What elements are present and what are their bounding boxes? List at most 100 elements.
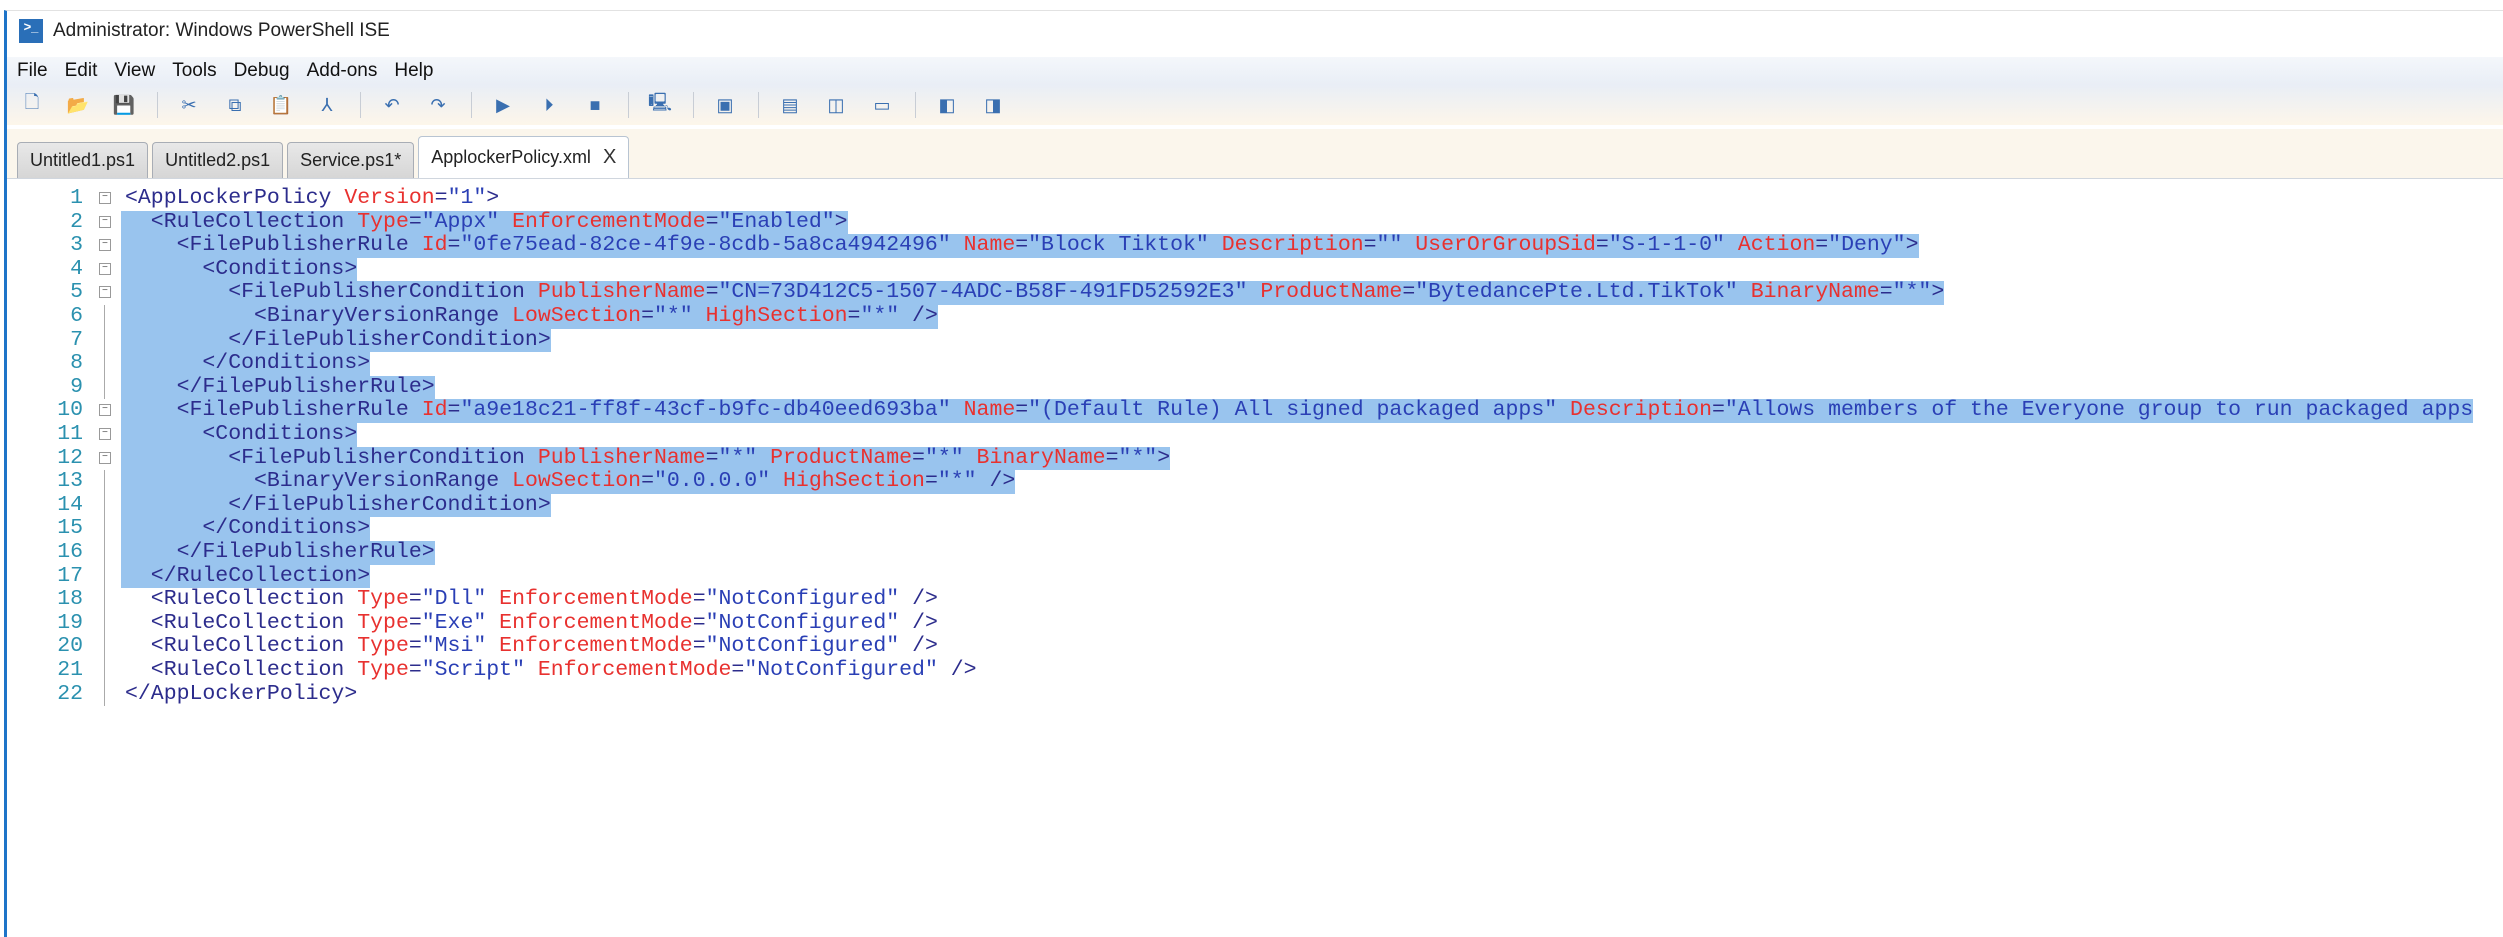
code-text: <BinaryVersionRange LowSection="*" HighS… (121, 305, 938, 329)
token-val: "NotConfigured" (706, 634, 912, 658)
token-pl: = (448, 233, 461, 257)
fold-toggle-icon[interactable]: − (99, 452, 111, 464)
fold-toggle-icon[interactable]: − (99, 286, 111, 298)
layout-top-icon: ▤ (781, 95, 798, 116)
fold-guide (104, 612, 105, 636)
tab-applockerpolicy-xml[interactable]: ApplockerPolicy.xmlX (418, 136, 629, 178)
token-attr: PublisherName (538, 280, 706, 304)
code-text: </AppLockerPolicy> (121, 683, 357, 707)
remote-icon: 🖳 (648, 90, 672, 120)
cut-button[interactable]: ✂ (176, 92, 202, 118)
menu-item-view[interactable]: View (114, 60, 155, 82)
line-number: 9 (7, 376, 83, 400)
addon-icon: ◨ (984, 95, 1001, 116)
remote-button[interactable]: 🖳 (647, 92, 673, 118)
code-text: <RuleCollection Type="Msi" EnforcementMo… (121, 635, 938, 659)
save-button[interactable]: 💾 (111, 92, 137, 118)
line-number: 13 (7, 470, 83, 494)
menu-item-edit[interactable]: Edit (65, 60, 98, 82)
menu-item-tools[interactable]: Tools (172, 60, 216, 82)
token-pl: = (409, 658, 422, 682)
token-pl: = (848, 304, 861, 328)
token-val: "CN=73D412C5-1507-4ADC-B58F-491FD52592E3… (718, 280, 1260, 304)
token-val: "Appx" (422, 210, 512, 234)
line-number: 1 (7, 187, 83, 211)
addon-button[interactable]: ◨ (980, 92, 1006, 118)
code-text: <FilePublisherRule Id="0fe75ead-82ce-4f9… (121, 234, 1919, 258)
token-attr: EnforcementMode (499, 587, 693, 611)
open-button[interactable]: 📂 (65, 92, 91, 118)
tab-untitled2-ps1[interactable]: Untitled2.ps1 (152, 142, 283, 178)
line-number: 18 (7, 588, 83, 612)
line-number: 4 (7, 258, 83, 282)
toolbar: 🗋 📂 💾 ✂ ⧉ 📋 ⅄ ↶ ↷ ▶ ⏵ ■ 🖳 ▣ ▤ ◫ ▭ ◧ ◨ (7, 85, 2503, 125)
fold-toggle-icon[interactable]: − (99, 263, 111, 275)
undo-icon: ↶ (384, 95, 399, 116)
token-pl: = (693, 587, 706, 611)
open-icon: 📂 (67, 95, 89, 116)
fold-toggle-icon[interactable]: − (99, 404, 111, 416)
code-text: </FilePublisherRule> (121, 541, 435, 565)
fold-guide (104, 470, 105, 494)
token-attr: EnforcementMode (538, 658, 732, 682)
fold-toggle-icon[interactable]: − (99, 192, 111, 204)
script-editor[interactable]: 1−<AppLockerPolicy Version="1">2−<RuleCo… (7, 181, 2503, 937)
fold-toggle-icon[interactable]: − (99, 239, 111, 251)
layout-right-button[interactable]: ◫ (823, 92, 849, 118)
menu-item-add-ons[interactable]: Add-ons (307, 60, 378, 82)
code-text: <FilePublisherCondition PublisherName="C… (121, 281, 1944, 305)
token-tag: </Conditions> (202, 351, 370, 375)
token-attr: UserOrGroupSid (1415, 233, 1596, 257)
code-text: </Conditions> (121, 352, 370, 376)
code-text: <BinaryVersionRange LowSection="0.0.0.0"… (121, 470, 1015, 494)
stop-button[interactable]: ■ (582, 92, 608, 118)
token-attr: Description (1222, 233, 1364, 257)
undo-button[interactable]: ↶ (379, 92, 405, 118)
token-attr: PublisherName (538, 446, 706, 470)
paste-button[interactable]: 📋 (268, 92, 294, 118)
layout-max-button[interactable]: ▭ (869, 92, 895, 118)
menu-item-help[interactable]: Help (394, 60, 433, 82)
token-attr: BinaryName (1751, 280, 1880, 304)
fold-toggle-icon[interactable]: − (99, 428, 111, 440)
run-button[interactable]: ▶ (490, 92, 516, 118)
toolbar-separator (471, 92, 472, 118)
new-button[interactable]: 🗋 (19, 92, 45, 118)
token-val: "a9e18c21-ff8f-43cf-b9fc-db40eed693ba" (460, 398, 963, 422)
powershell-button[interactable]: ⅄ (314, 92, 340, 118)
layout-top-button[interactable]: ▤ (777, 92, 803, 118)
code-line: 7</FilePublisherCondition> (7, 329, 2503, 353)
token-tag: </AppLockerPolicy> (125, 682, 357, 706)
menu-item-file[interactable]: File (17, 60, 48, 82)
redo-icon: ↷ (430, 95, 445, 116)
token-attr: HighSection (706, 304, 848, 328)
token-pl: = (706, 210, 719, 234)
token-val: "Msi" (422, 634, 499, 658)
code-line: 21<RuleCollection Type="Script" Enforcem… (7, 659, 2503, 683)
fold-guide (104, 329, 105, 353)
token-tag: <RuleCollection (151, 210, 357, 234)
console-icon: ▣ (716, 95, 733, 116)
tab-service-ps1-[interactable]: Service.ps1* (287, 142, 414, 178)
toolbar-separator (693, 92, 694, 118)
close-tab-icon[interactable]: X (603, 146, 616, 169)
console-button[interactable]: ▣ (712, 92, 738, 118)
token-tag: <FilePublisherCondition (228, 280, 538, 304)
run-selection-button[interactable]: ⏵ (536, 92, 562, 118)
code-line: 3−<FilePublisherRule Id="0fe75ead-82ce-4… (7, 234, 2503, 258)
token-tag: </FilePublisherRule> (177, 540, 435, 564)
token-tag: <Conditions> (202, 257, 357, 281)
token-pl: = (409, 587, 422, 611)
token-pl: = (1106, 446, 1119, 470)
fold-toggle-icon[interactable]: − (99, 216, 111, 228)
redo-button[interactable]: ↷ (425, 92, 451, 118)
menu-item-debug[interactable]: Debug (234, 60, 290, 82)
show-command-button[interactable]: ◧ (934, 92, 960, 118)
token-attr: ProductName (770, 446, 912, 470)
token-pl: = (409, 611, 422, 635)
copy-button[interactable]: ⧉ (222, 92, 248, 118)
tab-untitled1-ps1[interactable]: Untitled1.ps1 (17, 142, 148, 178)
token-attr: Type (357, 587, 409, 611)
token-val: "NotConfigured" (706, 611, 912, 635)
token-tag: /> (912, 304, 938, 328)
